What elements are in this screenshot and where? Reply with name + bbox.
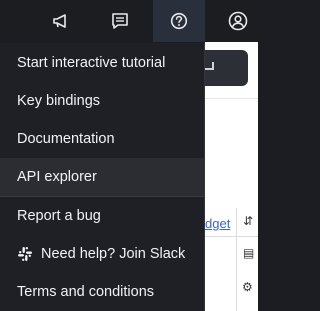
menu-item-label: Start interactive tutorial [17, 55, 166, 71]
announcements-button[interactable] [35, 0, 87, 42]
slack-icon [18, 247, 32, 261]
split-arrows-icon[interactable]: ⇵ [243, 214, 253, 228]
feedback-button[interactable] [94, 0, 146, 42]
megaphone-icon [53, 14, 66, 28]
help-icon [170, 12, 188, 30]
menu-item-terms[interactable]: Terms and conditions [0, 273, 204, 311]
menu-item-label: API explorer [17, 169, 97, 185]
background-divider-vertical [236, 208, 237, 311]
menu-item-label: Key bindings [17, 93, 101, 109]
menu-item-label: Need help? Join Slack [41, 246, 186, 262]
menu-item-report-bug[interactable]: Report a bug [0, 197, 204, 235]
menu-item-label: Terms and conditions [17, 284, 155, 300]
menu-item-start-tutorial[interactable]: Start interactive tutorial [0, 44, 204, 82]
menu-item-api-explorer[interactable]: API explorer [0, 158, 204, 196]
menu-item-label: Report a bug [17, 208, 101, 224]
menu-item-join-slack[interactable]: Need help? Join Slack [0, 235, 204, 273]
help-button[interactable] [153, 0, 205, 42]
menu-item-key-bindings[interactable]: Key bindings [0, 82, 204, 120]
message-icon [112, 13, 128, 29]
menu-item-label: Documentation [17, 131, 115, 147]
top-navigation-bar [0, 0, 258, 42]
tool-icon[interactable]: ▤ [243, 246, 254, 260]
user-menu-button[interactable] [212, 0, 264, 42]
background-divider-horizontal [205, 236, 258, 237]
menu-item-documentation[interactable]: Documentation [0, 120, 204, 158]
help-dropdown-menu: Start interactive tutorial Key bindings … [0, 43, 205, 311]
user-icon [228, 11, 248, 31]
settings-icon[interactable]: ⚙ [242, 280, 253, 294]
background-divider [205, 98, 258, 99]
background-link[interactable]: dget [205, 216, 230, 231]
